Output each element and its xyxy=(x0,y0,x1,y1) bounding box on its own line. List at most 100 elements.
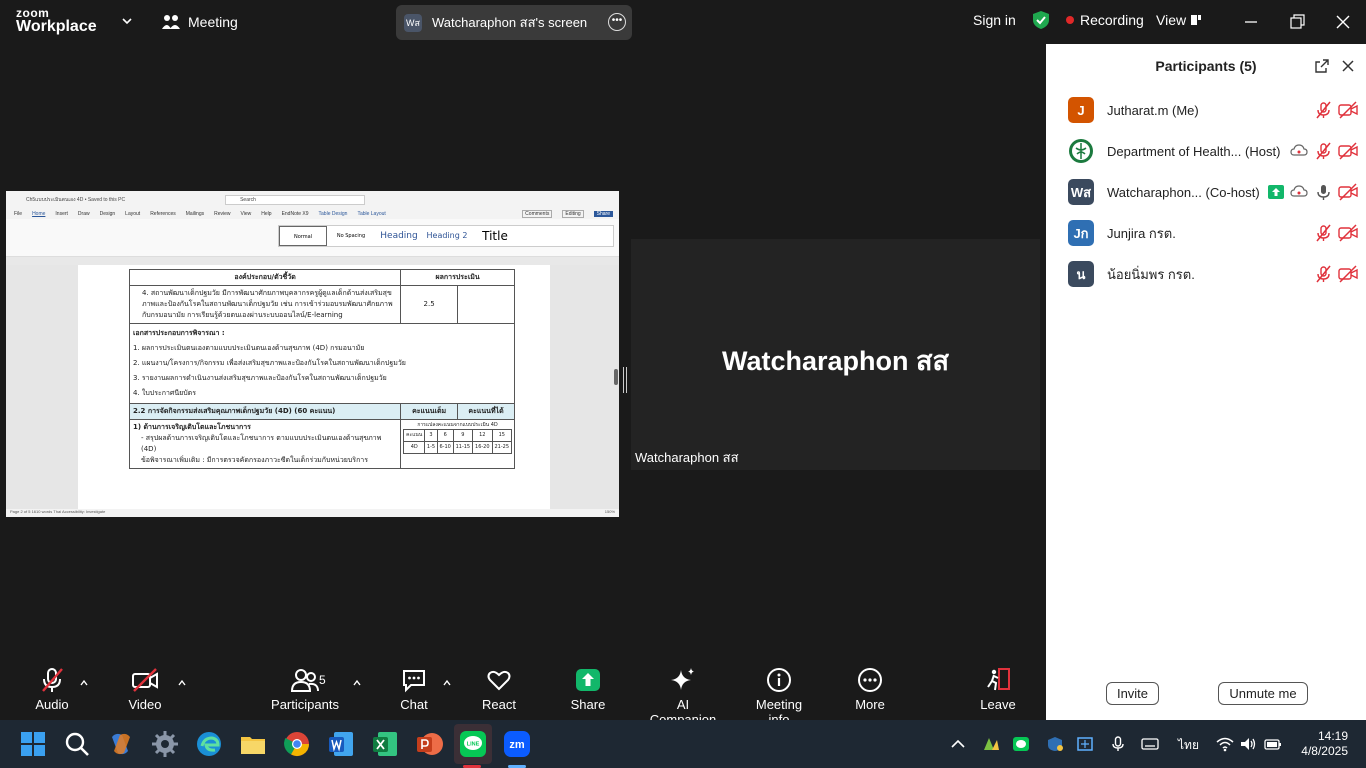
style-title[interactable]: Title xyxy=(471,226,519,246)
word-menu-help[interactable]: Help xyxy=(261,211,271,217)
meeting-tab[interactable]: Meeting xyxy=(162,11,238,33)
pop-out-icon[interactable] xyxy=(1314,58,1330,74)
battery-icon[interactable] xyxy=(1264,736,1282,752)
edge-browser-icon[interactable] xyxy=(194,729,224,759)
word-menu-table-design[interactable]: Table Design xyxy=(319,211,348,217)
word-title-bar: Ch5แบบประเมินตนเอง 4D • Saved to this PC… xyxy=(6,191,619,209)
security-tray-icon[interactable] xyxy=(1046,736,1064,752)
search-icon[interactable] xyxy=(62,729,92,759)
wifi-icon[interactable] xyxy=(1216,736,1234,752)
audio-button[interactable]: Audio xyxy=(30,667,74,712)
word-menu-draw[interactable]: Draw xyxy=(78,211,90,217)
more-options-icon[interactable]: ••• xyxy=(608,13,626,31)
meeting-info-button[interactable]: Meeting info xyxy=(744,667,814,727)
record-dot-icon xyxy=(1066,16,1074,24)
style-heading-2[interactable]: Heading 2 xyxy=(423,226,471,246)
recording-indicator[interactable]: Recording xyxy=(1066,12,1144,28)
style-normal[interactable]: Normal xyxy=(279,226,327,246)
word-editing-button[interactable]: Editing xyxy=(562,210,584,218)
shared-screen[interactable]: Ch5แบบประเมินตนเอง 4D • Saved to this PC… xyxy=(6,191,619,517)
word-ruler xyxy=(6,257,619,265)
word-menu-design[interactable]: Design xyxy=(100,211,116,217)
word-menu-endnote[interactable]: EndNote X9 xyxy=(282,211,309,217)
chat-button[interactable]: Chat xyxy=(398,667,430,712)
doc-table: องค์ประกอบ/ตัวชี้วัด ผลการประเมิน 4. สถา… xyxy=(128,269,515,469)
network-tray-icon[interactable] xyxy=(1076,736,1094,752)
word-page[interactable]: องค์ประกอบ/ตัวชี้วัด ผลการประเมิน 4. สถา… xyxy=(78,265,550,509)
more-button[interactable]: More xyxy=(854,667,886,712)
keyboard-tray-icon[interactable] xyxy=(1141,736,1159,752)
video-off-icon xyxy=(1338,265,1358,283)
participant-status-icons xyxy=(1314,101,1358,119)
audio-options-caret-icon[interactable] xyxy=(80,679,88,687)
windows-start-icon[interactable] xyxy=(18,729,48,759)
participant-row[interactable]: Jก Junjira กรต. xyxy=(1068,220,1358,246)
mini-head-cell: 9 xyxy=(452,429,474,442)
react-button[interactable]: React xyxy=(480,667,518,712)
doc-section-title: 2.2 การจัดกิจกรรมส่งเสริมคุณภาพเด็กปฐมวั… xyxy=(128,403,402,420)
word-menu-home[interactable]: Home xyxy=(32,211,45,217)
participant-row[interactable]: น น้อยนิ่มพร กรต. xyxy=(1068,261,1358,287)
invite-button[interactable]: Invite xyxy=(1106,682,1159,705)
zoom-app-icon[interactable]: zm xyxy=(502,729,532,759)
excel-app-icon[interactable] xyxy=(370,729,400,759)
word-menu-review[interactable]: Review xyxy=(214,211,230,217)
participant-row[interactable]: Department of Health... (Host) xyxy=(1068,138,1358,164)
share-label: Share xyxy=(570,697,606,712)
word-menu-insert[interactable]: Insert xyxy=(55,211,68,217)
share-resize-handle[interactable] xyxy=(614,369,618,385)
restore-icon[interactable] xyxy=(1287,12,1307,32)
ai-companion-button[interactable]: AI Companion xyxy=(642,667,724,727)
leave-button[interactable]: Leave xyxy=(980,667,1016,712)
chevron-down-icon[interactable] xyxy=(120,14,134,28)
participants-options-caret-icon[interactable] xyxy=(353,679,361,687)
system-clock[interactable]: 14:19 4/8/2025 xyxy=(1301,729,1348,759)
close-panel-icon[interactable] xyxy=(1341,59,1355,73)
word-menu-view[interactable]: View xyxy=(241,211,252,217)
word-zoom-level[interactable]: 150% xyxy=(605,509,615,514)
word-menu-references[interactable]: References xyxy=(150,211,176,217)
style-no-spacing[interactable]: No Spacing xyxy=(327,226,375,246)
chrome-icon[interactable] xyxy=(282,729,312,759)
share-button[interactable]: Share xyxy=(568,667,608,712)
split-resize-handle[interactable] xyxy=(623,367,627,393)
style-heading[interactable]: Heading xyxy=(375,226,423,246)
word-app-icon[interactable] xyxy=(326,729,356,759)
view-button[interactable]: View xyxy=(1156,12,1202,28)
sign-in-link[interactable]: Sign in xyxy=(973,12,1016,28)
word-menu-mailings[interactable]: Mailings xyxy=(186,211,204,217)
word-scrollbar[interactable] xyxy=(611,265,617,509)
unmute-me-button[interactable]: Unmute me xyxy=(1218,682,1308,705)
volume-icon[interactable] xyxy=(1239,736,1257,752)
microphone-tray-icon[interactable] xyxy=(1109,736,1127,752)
word-menu-file[interactable]: File xyxy=(14,211,22,217)
screen-share-pill[interactable]: Wส Watcharaphon สส's screen ••• xyxy=(396,5,632,40)
word-search-box[interactable]: Search xyxy=(225,195,366,205)
video-tile[interactable]: Watcharaphon สส Watcharaphon สส xyxy=(631,239,1040,470)
participants-button[interactable]: Participants xyxy=(270,667,340,712)
file-explorer-icon[interactable] xyxy=(238,729,268,759)
word-menu-table-layout[interactable]: Table Layout xyxy=(357,211,385,217)
powerpoint-app-icon[interactable] xyxy=(414,729,444,759)
participant-name: Watcharaphon... (Co-host) xyxy=(1107,184,1260,200)
participant-row[interactable]: Wส Watcharaphon... (Co-host) xyxy=(1068,179,1358,205)
show-hidden-icons-chevron-icon[interactable] xyxy=(949,736,967,752)
minimize-icon[interactable] xyxy=(1241,12,1261,32)
video-off-icon xyxy=(1338,101,1358,119)
tray-app-icon[interactable] xyxy=(982,736,1000,752)
video-button[interactable]: Video xyxy=(124,667,166,712)
line-tray-icon[interactable] xyxy=(1012,736,1030,752)
word-share-button[interactable]: Share xyxy=(593,211,613,217)
settings-gear-icon[interactable] xyxy=(150,729,180,759)
input-language-indicator[interactable]: ไทย xyxy=(1178,736,1199,755)
video-options-caret-icon[interactable] xyxy=(178,679,186,687)
chat-options-caret-icon[interactable] xyxy=(443,679,451,687)
close-icon[interactable] xyxy=(1333,12,1353,32)
svg-text:zm: zm xyxy=(509,739,525,751)
security-shield-icon[interactable] xyxy=(1032,10,1050,30)
copilot-icon[interactable] xyxy=(106,729,136,759)
word-menu-layout[interactable]: Layout xyxy=(125,211,140,217)
participant-row[interactable]: J Jutharat.m (Me) xyxy=(1068,97,1358,123)
word-comments-button[interactable]: Comments xyxy=(522,210,553,218)
line-app-icon[interactable]: LINE xyxy=(458,729,488,759)
